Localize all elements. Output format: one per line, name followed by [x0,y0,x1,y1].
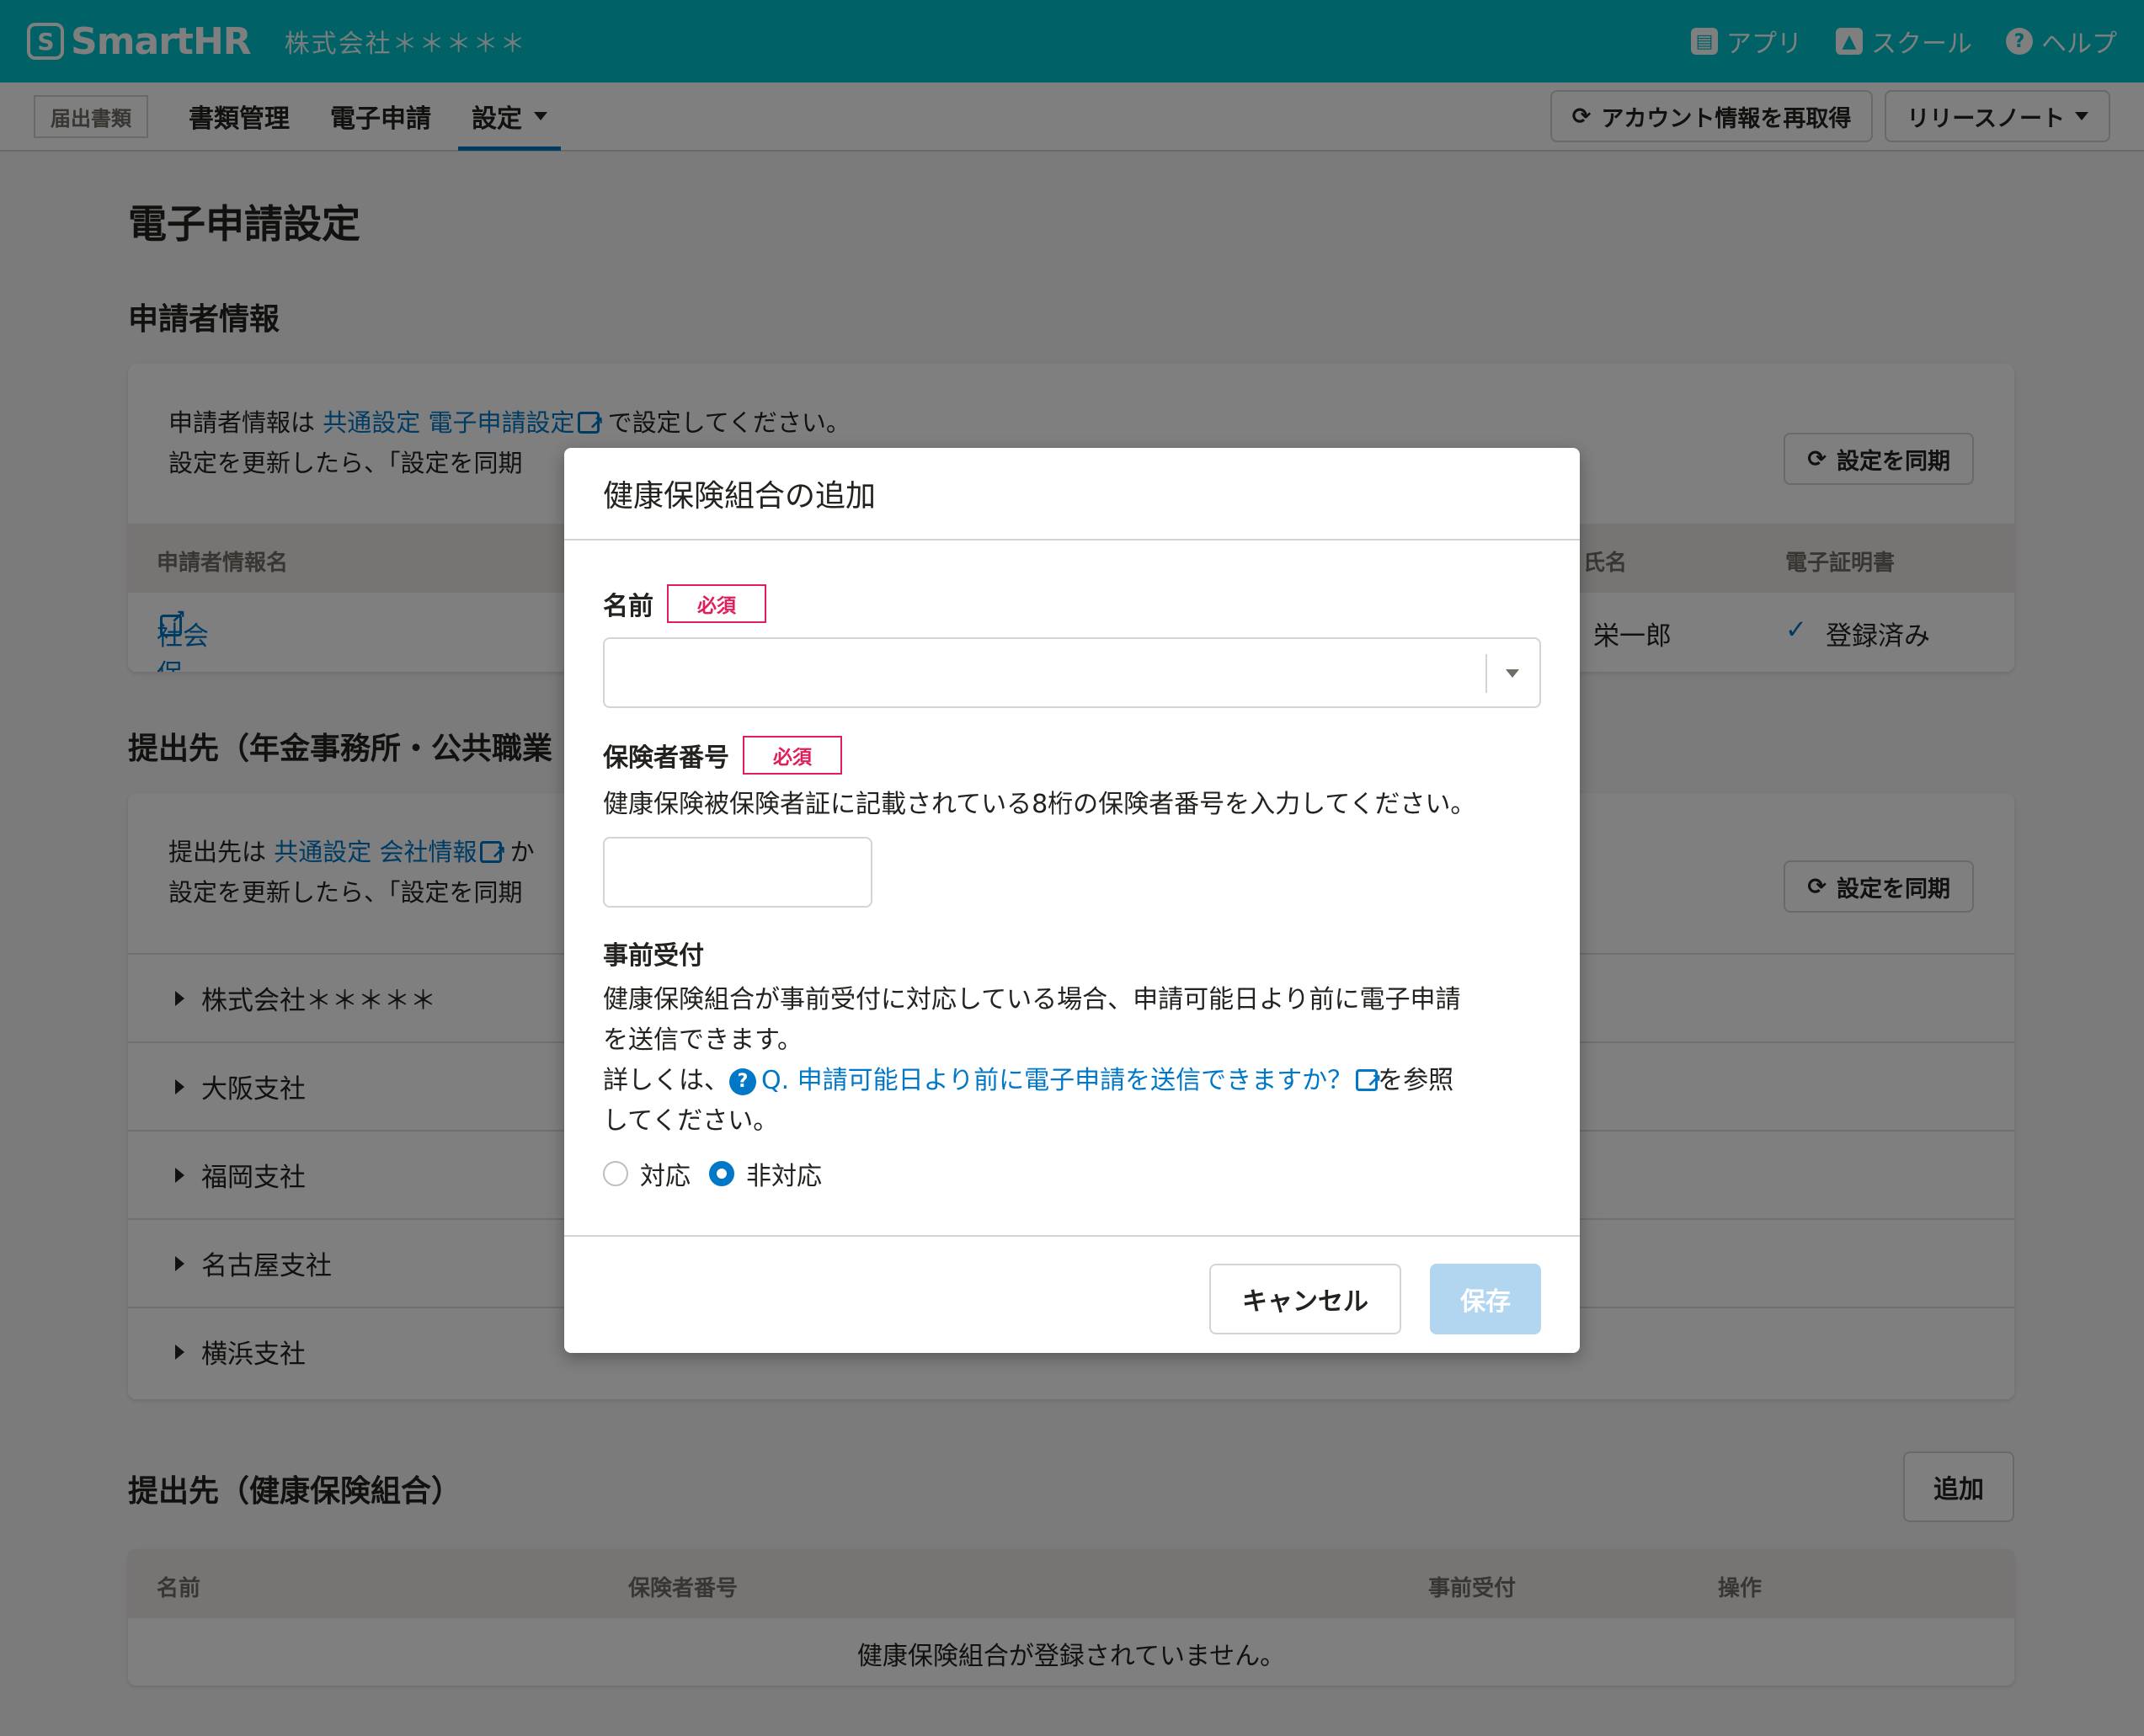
advance-more-line2: してください。 [603,1106,779,1136]
advance-faq-link-label: Q. 申請可能日より前に電子申請を送信できますか？ [761,1066,1353,1095]
advance-radio-group: 対応 非対応 [603,1155,822,1192]
radio-supported-label: 対応 [640,1162,691,1191]
insurer-number-input[interactable] [603,837,872,908]
name-label-text: 名前 [603,592,653,621]
advance-text-line1: 健康保険組合が事前受付に対応している場合、申請可能日より前に電子申請 [603,985,1461,1014]
advance-more-prefix: 詳しくは、 [603,1066,729,1095]
advance-faq-link[interactable]: ? Q. 申請可能日より前に電子申請を送信できますか？ [729,1062,1382,1102]
add-union-dialog: 健康保険組合の追加 名前 必須 保険者番号 必須 健康保険被保険者証に記載されて… [564,448,1580,1353]
radio-not-supported[interactable] [709,1161,734,1186]
required-badge: 必須 [743,736,842,775]
dialog-footer: キャンセル 保存 [564,1235,1580,1353]
radio-not-supported-label: 非対応 [746,1162,822,1191]
radio-supported[interactable] [603,1161,628,1186]
union-name-combobox[interactable] [603,637,1541,708]
cancel-button[interactable]: キャンセル [1209,1264,1401,1334]
insurer-help-text: 健康保険被保険者証に記載されている8桁の保険者番号を入力してください。 [603,790,1476,819]
advance-more-suffix: を参照 [1378,1066,1454,1095]
required-badge: 必須 [667,584,766,623]
advance-text-line2: を送信できます。 [603,1025,803,1055]
insurer-number-label: 保険者番号 必須 [603,736,842,775]
chevron-down-icon [1506,669,1519,678]
external-link-icon [1356,1062,1382,1102]
advance-label: 事前受付 [603,941,704,971]
dialog-title: 健康保険組合の追加 [564,448,1580,541]
name-label: 名前 必須 [603,584,766,623]
save-button[interactable]: 保存 [1430,1264,1541,1334]
advance-description: 健康保険組合が事前受付に対応している場合、申請可能日より前に電子申請 を送信でき… [603,980,1461,1142]
insurer-label-text: 保険者番号 [603,743,729,773]
question-circle-icon: ? [729,1068,756,1095]
divider [1485,654,1487,693]
